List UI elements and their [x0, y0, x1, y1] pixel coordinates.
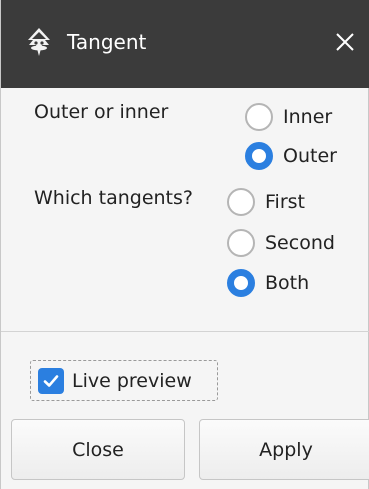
- radio-both-circle[interactable]: [227, 269, 255, 297]
- checkbox-checked-icon[interactable]: [38, 367, 64, 394]
- close-button[interactable]: Close: [11, 419, 185, 480]
- live-preview-label: Live preview: [72, 369, 192, 392]
- radio-both[interactable]: Both: [227, 268, 309, 298]
- radio-first-label: First: [265, 191, 305, 213]
- radio-inner[interactable]: Inner: [245, 102, 332, 132]
- which-tangents-label: Which tangents?: [34, 187, 193, 209]
- radio-outer[interactable]: Outer: [245, 141, 337, 171]
- radio-second[interactable]: Second: [227, 228, 335, 258]
- radio-both-label: Both: [265, 272, 310, 294]
- separator: [1, 331, 369, 332]
- window-title: Tangent: [67, 30, 147, 54]
- live-preview-checkbox[interactable]: Live preview: [30, 360, 218, 401]
- radio-inner-label: Inner: [283, 106, 333, 128]
- radio-first[interactable]: First: [227, 187, 305, 217]
- radio-first-circle[interactable]: [227, 188, 255, 216]
- checkmark-icon: [43, 374, 59, 387]
- apply-button[interactable]: Apply: [199, 419, 369, 480]
- radio-inner-circle[interactable]: [245, 103, 273, 131]
- radio-second-circle[interactable]: [227, 229, 255, 257]
- close-icon[interactable]: [331, 28, 359, 56]
- radio-outer-label: Outer: [283, 145, 337, 167]
- radio-second-label: Second: [265, 232, 335, 254]
- radio-outer-circle[interactable]: [245, 142, 273, 170]
- inkscape-icon: [28, 28, 50, 56]
- tangent-dialog: Tangent Outer or inner Inner Outer Which…: [0, 0, 369, 489]
- outer-or-inner-label: Outer or inner: [34, 101, 169, 123]
- title-bar[interactable]: Tangent: [1, 0, 369, 88]
